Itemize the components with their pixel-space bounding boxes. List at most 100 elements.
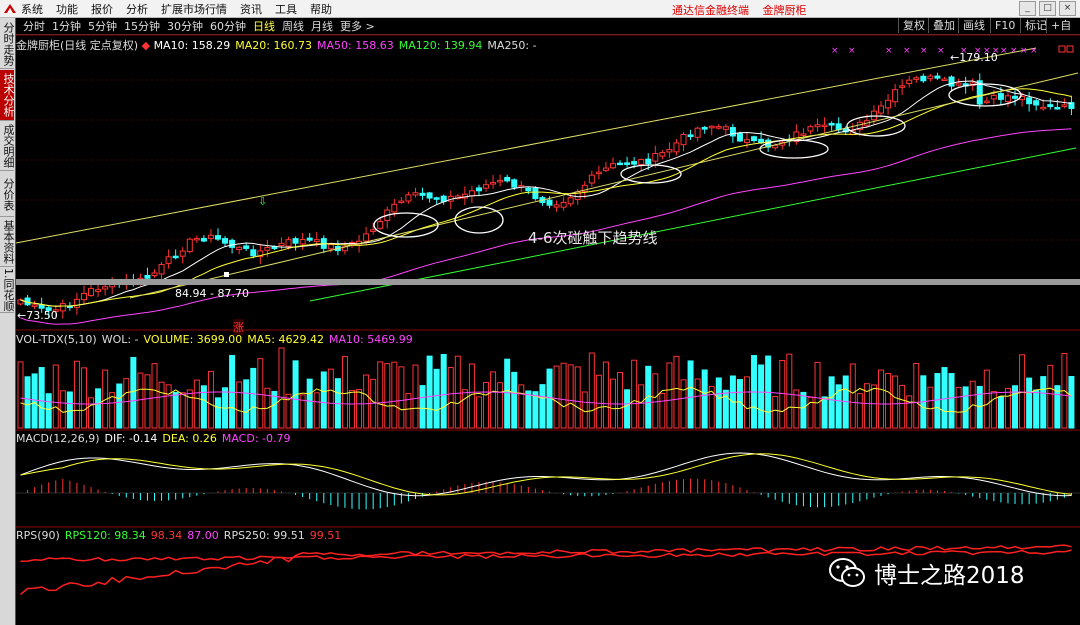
volume-bar bbox=[962, 386, 969, 429]
candle-body bbox=[278, 242, 285, 246]
candle-body bbox=[680, 133, 687, 146]
main-legend-item-5: MA250: - bbox=[487, 39, 537, 52]
volume-bar bbox=[828, 376, 835, 429]
candle-body bbox=[617, 162, 624, 166]
candle-body bbox=[906, 79, 913, 85]
candle-body bbox=[151, 272, 158, 276]
macd-legend-item-3: DEA: 0.26 bbox=[162, 432, 217, 445]
rise-marker-label: 涨 bbox=[233, 319, 244, 335]
candle-body bbox=[313, 239, 320, 242]
ma120-line bbox=[309, 147, 1077, 302]
signal-marker: × bbox=[848, 46, 856, 56]
candle-body bbox=[609, 163, 616, 169]
candle-body bbox=[511, 179, 518, 188]
vol-legend: VOL-TDX(5,10) WOL: - VOLUME: 3699.00 MA5: 4… bbox=[16, 333, 418, 346]
signal-marker: × bbox=[903, 46, 911, 56]
macd-legend-item-4: MACD: -0.79 bbox=[221, 432, 291, 445]
volume-bar bbox=[948, 373, 955, 429]
macd-legend-item-1: MACD(12,26,9) bbox=[16, 432, 100, 445]
candle-body bbox=[306, 237, 313, 241]
candle-body bbox=[73, 298, 80, 308]
signal-marker: × bbox=[831, 46, 839, 56]
volume-bar bbox=[652, 373, 659, 429]
volume-bar bbox=[236, 381, 243, 429]
volume-bar bbox=[1004, 387, 1011, 429]
candle-body bbox=[807, 126, 814, 132]
volume-bar bbox=[1026, 377, 1033, 429]
volume-bar bbox=[701, 369, 708, 429]
volume-bar bbox=[694, 378, 701, 429]
rps-legend-item-5: RPS250: 99.51 bbox=[223, 529, 305, 542]
volume-bar bbox=[250, 367, 257, 429]
volume-bar bbox=[45, 393, 52, 429]
volume-bar bbox=[52, 364, 59, 429]
macd-legend-item-2: DIF: -0.14 bbox=[104, 432, 158, 445]
volume-bar bbox=[772, 395, 779, 429]
volume-bar bbox=[1040, 376, 1047, 429]
candle-body bbox=[1004, 95, 1011, 103]
volume-bar bbox=[95, 388, 102, 429]
candle-body bbox=[715, 126, 722, 129]
volume-bar bbox=[885, 372, 892, 429]
candle-body bbox=[475, 187, 482, 192]
volume-bar bbox=[581, 391, 588, 429]
candle-body bbox=[214, 235, 221, 240]
volume-bar bbox=[758, 364, 765, 429]
right-marker-2 bbox=[1066, 45, 1074, 53]
volume-bar bbox=[638, 384, 645, 429]
volume-bar bbox=[659, 393, 666, 429]
vol-legend-item-2: WOL: - bbox=[101, 333, 139, 346]
candle-body bbox=[955, 82, 962, 86]
candle-body bbox=[229, 239, 236, 248]
down-marker-icon: ◆ bbox=[141, 39, 151, 52]
support-band bbox=[16, 279, 1080, 285]
signal-marker: × bbox=[885, 46, 893, 56]
candle-body bbox=[1047, 104, 1054, 108]
volume-bar bbox=[475, 396, 482, 429]
candle-body bbox=[525, 187, 532, 192]
candle-body bbox=[80, 292, 87, 301]
volume-bar bbox=[849, 363, 856, 429]
volume-bar bbox=[158, 381, 165, 429]
volume-bar bbox=[518, 384, 525, 429]
candle-body bbox=[144, 274, 151, 279]
candle-body bbox=[1040, 106, 1047, 110]
candle-body bbox=[532, 187, 539, 200]
candle-body bbox=[299, 238, 306, 245]
candle-body bbox=[285, 239, 292, 247]
dea-line bbox=[20, 453, 1072, 496]
main-legend-item-1: MA10: 158.29 bbox=[153, 39, 231, 52]
main-legend: 金牌厨柜(日线 定点复权) ◆ MA10: 158.29 MA20: 160.73… bbox=[16, 37, 542, 53]
candle-body bbox=[412, 192, 419, 196]
volume-bar bbox=[490, 371, 497, 429]
candle-body bbox=[59, 303, 66, 312]
candle-body bbox=[222, 238, 229, 244]
rps-legend-item-6: 99.51 bbox=[309, 529, 342, 542]
volume-bar bbox=[207, 370, 214, 429]
candle-body bbox=[419, 192, 426, 196]
volume-bar bbox=[497, 382, 504, 429]
candle-body bbox=[588, 174, 595, 184]
ma10-line bbox=[20, 80, 1072, 307]
candle-body bbox=[729, 127, 736, 137]
candle-body bbox=[631, 161, 638, 165]
volume-bar bbox=[786, 353, 793, 429]
lower-trend-line bbox=[129, 72, 1079, 299]
volume-bar bbox=[80, 367, 87, 429]
candle-body bbox=[172, 255, 179, 259]
volume-bar bbox=[73, 360, 80, 429]
volume-bar bbox=[193, 379, 200, 429]
candle-body bbox=[814, 124, 821, 128]
candle-body bbox=[948, 76, 955, 87]
candle-body bbox=[504, 176, 511, 182]
volume-bar bbox=[504, 358, 511, 429]
volume-bar bbox=[130, 356, 137, 429]
volume-bar bbox=[539, 384, 546, 429]
wechat-icon bbox=[829, 558, 865, 587]
candle-body bbox=[186, 238, 193, 252]
candle-body bbox=[687, 134, 694, 138]
candle-body bbox=[158, 264, 165, 275]
candle-body bbox=[567, 197, 574, 205]
volume-bar bbox=[1054, 385, 1061, 429]
candle-body bbox=[95, 289, 102, 292]
